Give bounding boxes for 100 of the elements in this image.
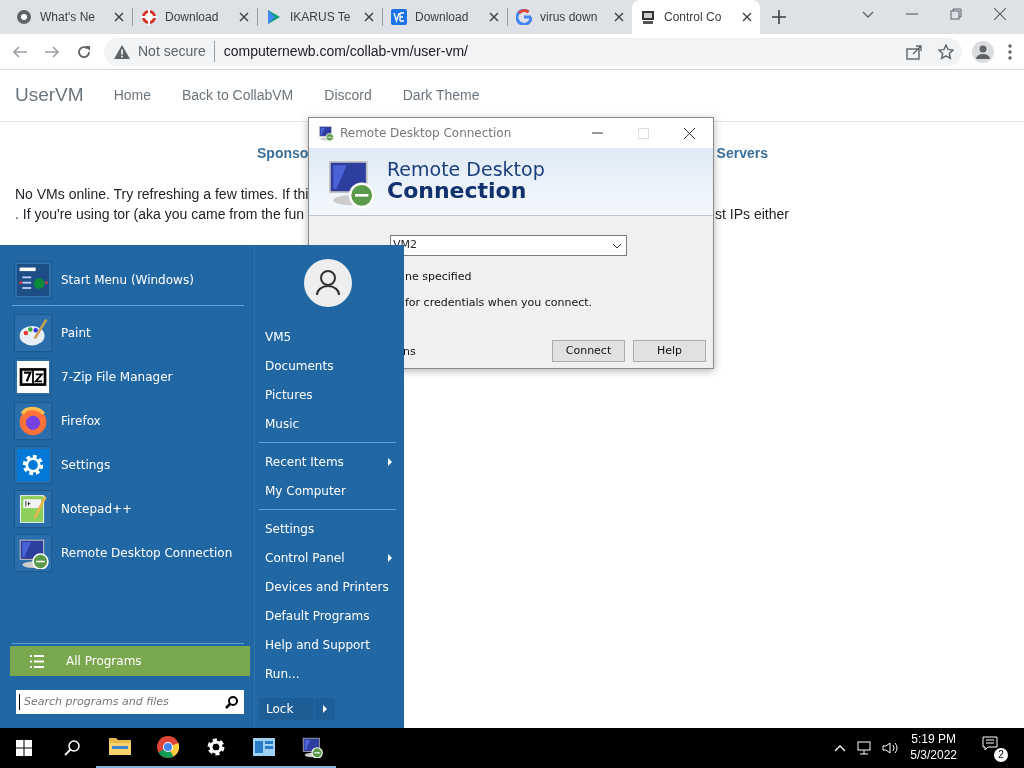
forward-icon[interactable] bbox=[44, 43, 60, 60]
heading-text: Sponso bbox=[257, 144, 309, 163]
menu-item[interactable]: Run... bbox=[255, 659, 404, 688]
program-item[interactable]: Remote Desktop Connection bbox=[0, 531, 254, 575]
maximize-icon bbox=[638, 127, 649, 139]
tab-title: What's Ne bbox=[40, 9, 96, 26]
chevron-down-icon bbox=[612, 242, 622, 249]
close-icon[interactable] bbox=[114, 12, 124, 22]
gear-icon bbox=[205, 736, 227, 758]
close-icon[interactable] bbox=[742, 12, 752, 22]
close-icon[interactable] bbox=[684, 127, 695, 139]
control-panel-icon bbox=[253, 736, 275, 758]
network-icon[interactable] bbox=[857, 741, 874, 755]
menu-item[interactable]: VM5 bbox=[255, 322, 404, 351]
info-text: ne specified bbox=[405, 269, 472, 285]
tab-title: IKARUS Te bbox=[290, 9, 352, 26]
search-icon[interactable] bbox=[225, 695, 238, 709]
close-icon[interactable] bbox=[614, 12, 624, 22]
nav-link[interactable]: Home bbox=[113, 85, 151, 106]
menu-item[interactable]: Pictures bbox=[255, 380, 404, 409]
heading-text: Servers bbox=[716, 144, 768, 163]
computer-icon bbox=[640, 9, 656, 25]
window-title: Remote Desktop Connection bbox=[340, 125, 512, 142]
url-text[interactable]: computernewb.com/collab-vm/user-vm/ bbox=[223, 41, 468, 62]
menu-item[interactable]: Settings bbox=[255, 514, 404, 543]
start-tile-icon bbox=[17, 264, 49, 296]
new-tab-icon[interactable] bbox=[772, 10, 786, 24]
program-item[interactable]: Settings bbox=[0, 443, 254, 487]
star-icon[interactable] bbox=[938, 43, 954, 60]
menu-item[interactable]: My Computer bbox=[255, 476, 404, 505]
warning-icon bbox=[114, 44, 130, 59]
reload-icon[interactable] bbox=[76, 43, 92, 60]
menu-item[interactable]: Documents bbox=[255, 351, 404, 380]
notification-icon bbox=[982, 736, 998, 752]
body-text: No VMs online. Try refreshing a few times. If thi bbox=[15, 185, 309, 204]
banner-title: Connection bbox=[387, 178, 527, 204]
clock-text[interactable]: 5:19 PM 5/3/2022 bbox=[910, 732, 957, 764]
browser-tab[interactable]: Control Co bbox=[632, 0, 760, 34]
archive-icon bbox=[17, 361, 49, 393]
browser-tab[interactable]: Download bbox=[383, 0, 507, 34]
options-link[interactable]: ns bbox=[403, 344, 416, 361]
windows-icon bbox=[16, 740, 32, 756]
menu-item[interactable]: Recent Items bbox=[255, 447, 404, 476]
menu-item[interactable]: Control Panel bbox=[255, 543, 404, 572]
program-item[interactable]: 7-Zip File Manager bbox=[0, 355, 254, 399]
tab-title: Download bbox=[415, 9, 470, 26]
nav-link[interactable]: Back to CollabVM bbox=[182, 85, 294, 106]
menu-item[interactable]: Help and Support bbox=[255, 630, 404, 659]
browser-tab[interactable]: Download bbox=[133, 0, 257, 34]
notifications-button[interactable]: 2 bbox=[982, 736, 1006, 760]
search-field[interactable]: Search programs and files bbox=[16, 690, 244, 714]
ve-logo-icon bbox=[391, 9, 407, 25]
monitor-icon bbox=[301, 736, 323, 758]
program-item[interactable]: Notepad++ bbox=[0, 487, 254, 531]
chrome-icon bbox=[157, 736, 179, 758]
program-item[interactable]: Paint bbox=[0, 311, 254, 355]
info-text: for credentials when you connect. bbox=[405, 295, 593, 311]
gear-icon bbox=[17, 449, 49, 481]
list-icon bbox=[30, 654, 44, 668]
body-text: . If you're using tor (aka you came from the fun bbox=[15, 205, 305, 224]
nav-link[interactable]: Discord bbox=[324, 85, 372, 106]
close-icon[interactable] bbox=[239, 12, 249, 22]
tab-title: virus down bbox=[540, 9, 599, 26]
firefox-icon bbox=[17, 405, 49, 437]
menu-item[interactable]: Devices and Printers bbox=[255, 572, 404, 601]
user-avatar-icon[interactable] bbox=[304, 259, 352, 307]
back-icon[interactable] bbox=[12, 43, 28, 60]
menu-item[interactable]: Default Programs bbox=[255, 601, 404, 630]
browser-tab[interactable]: virus down bbox=[508, 0, 632, 34]
dialog-button[interactable]: Help bbox=[633, 340, 706, 362]
play-icon bbox=[266, 9, 282, 25]
computer-icon bbox=[318, 125, 334, 141]
lock-button[interactable]: Lock bbox=[259, 698, 314, 720]
chevron-up-icon[interactable] bbox=[834, 744, 847, 752]
share-icon[interactable] bbox=[906, 43, 922, 60]
notepad-icon bbox=[17, 493, 49, 525]
submenu-arrow-icon bbox=[388, 457, 392, 466]
nav-link[interactable]: Dark Theme bbox=[402, 85, 480, 106]
lock-options-button[interactable] bbox=[315, 698, 335, 720]
dialog-button[interactable]: Connect bbox=[552, 340, 625, 362]
close-icon[interactable] bbox=[489, 12, 499, 22]
google-icon bbox=[516, 9, 532, 25]
tab-title: Control Co bbox=[664, 9, 723, 26]
menu-icon[interactable] bbox=[1008, 43, 1012, 60]
program-item[interactable]: Firefox bbox=[0, 399, 254, 443]
chrome-icon bbox=[16, 9, 32, 25]
submenu-arrow-icon bbox=[388, 553, 392, 562]
close-icon[interactable] bbox=[364, 12, 374, 22]
browser-tab[interactable]: IKARUS Te bbox=[258, 0, 382, 34]
volume-icon[interactable] bbox=[882, 741, 899, 755]
menu-item[interactable]: Music bbox=[255, 409, 404, 438]
program-item[interactable]: Start Menu (Windows) bbox=[0, 258, 254, 302]
profile-icon[interactable] bbox=[972, 40, 994, 63]
restore-icon[interactable] bbox=[950, 8, 962, 20]
site-brand[interactable]: UserVM bbox=[15, 81, 84, 110]
security-label[interactable]: Not secure bbox=[138, 41, 215, 62]
submenu-arrow-icon bbox=[323, 705, 327, 713]
banner-title: Remote Desktop bbox=[387, 159, 545, 179]
browser-tab[interactable]: What's Ne bbox=[8, 0, 132, 34]
folder-icon bbox=[109, 736, 131, 758]
